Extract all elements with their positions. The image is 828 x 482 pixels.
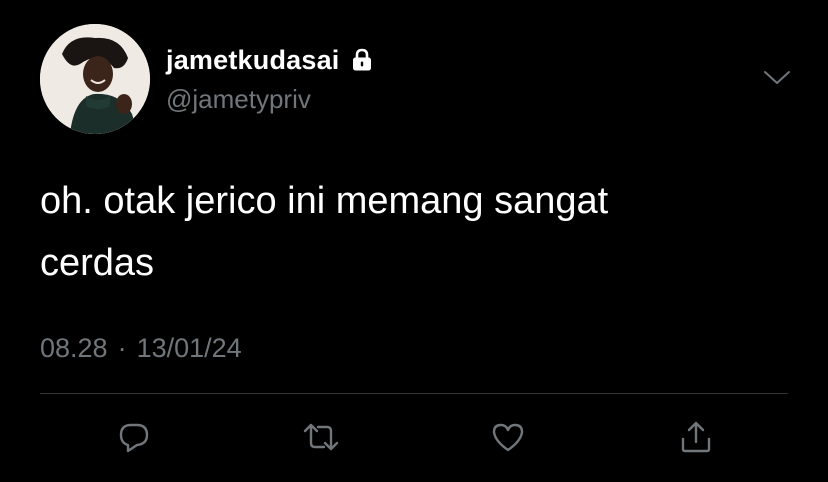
share-button[interactable]	[677, 418, 715, 456]
author-name-row: jametkudasai	[166, 42, 375, 78]
chevron-down-icon[interactable]	[762, 66, 792, 90]
lock-icon	[349, 47, 375, 73]
timestamp-separator: ·	[117, 333, 127, 363]
tweet-date: 13/01/24	[136, 333, 242, 363]
retweet-icon	[303, 423, 339, 451]
tweet-text-line: oh. otak jerico ini memang sangat	[40, 180, 609, 222]
tweet-timestamp[interactable]: 08.28 · 13/01/24	[40, 333, 242, 364]
like-button[interactable]	[489, 418, 527, 456]
divider	[40, 393, 788, 394]
tweet-card: jametkudasai @jametypriv oh. otak jerico…	[0, 0, 828, 482]
avatar-photo	[40, 24, 150, 134]
display-name[interactable]: jametkudasai	[166, 45, 339, 76]
retweet-button[interactable]	[302, 418, 340, 456]
tweet-time: 08.28	[40, 333, 108, 363]
tweet-text: oh. otak jerico ini memang sangat cerdas	[40, 170, 780, 294]
reply-icon	[119, 423, 149, 453]
share-icon	[681, 421, 711, 453]
reply-button[interactable]	[115, 418, 153, 456]
avatar[interactable]	[40, 24, 150, 134]
like-icon	[492, 423, 524, 452]
author-handle[interactable]: @jametypriv	[166, 84, 311, 115]
tweet-text-line: cerdas	[40, 242, 155, 284]
